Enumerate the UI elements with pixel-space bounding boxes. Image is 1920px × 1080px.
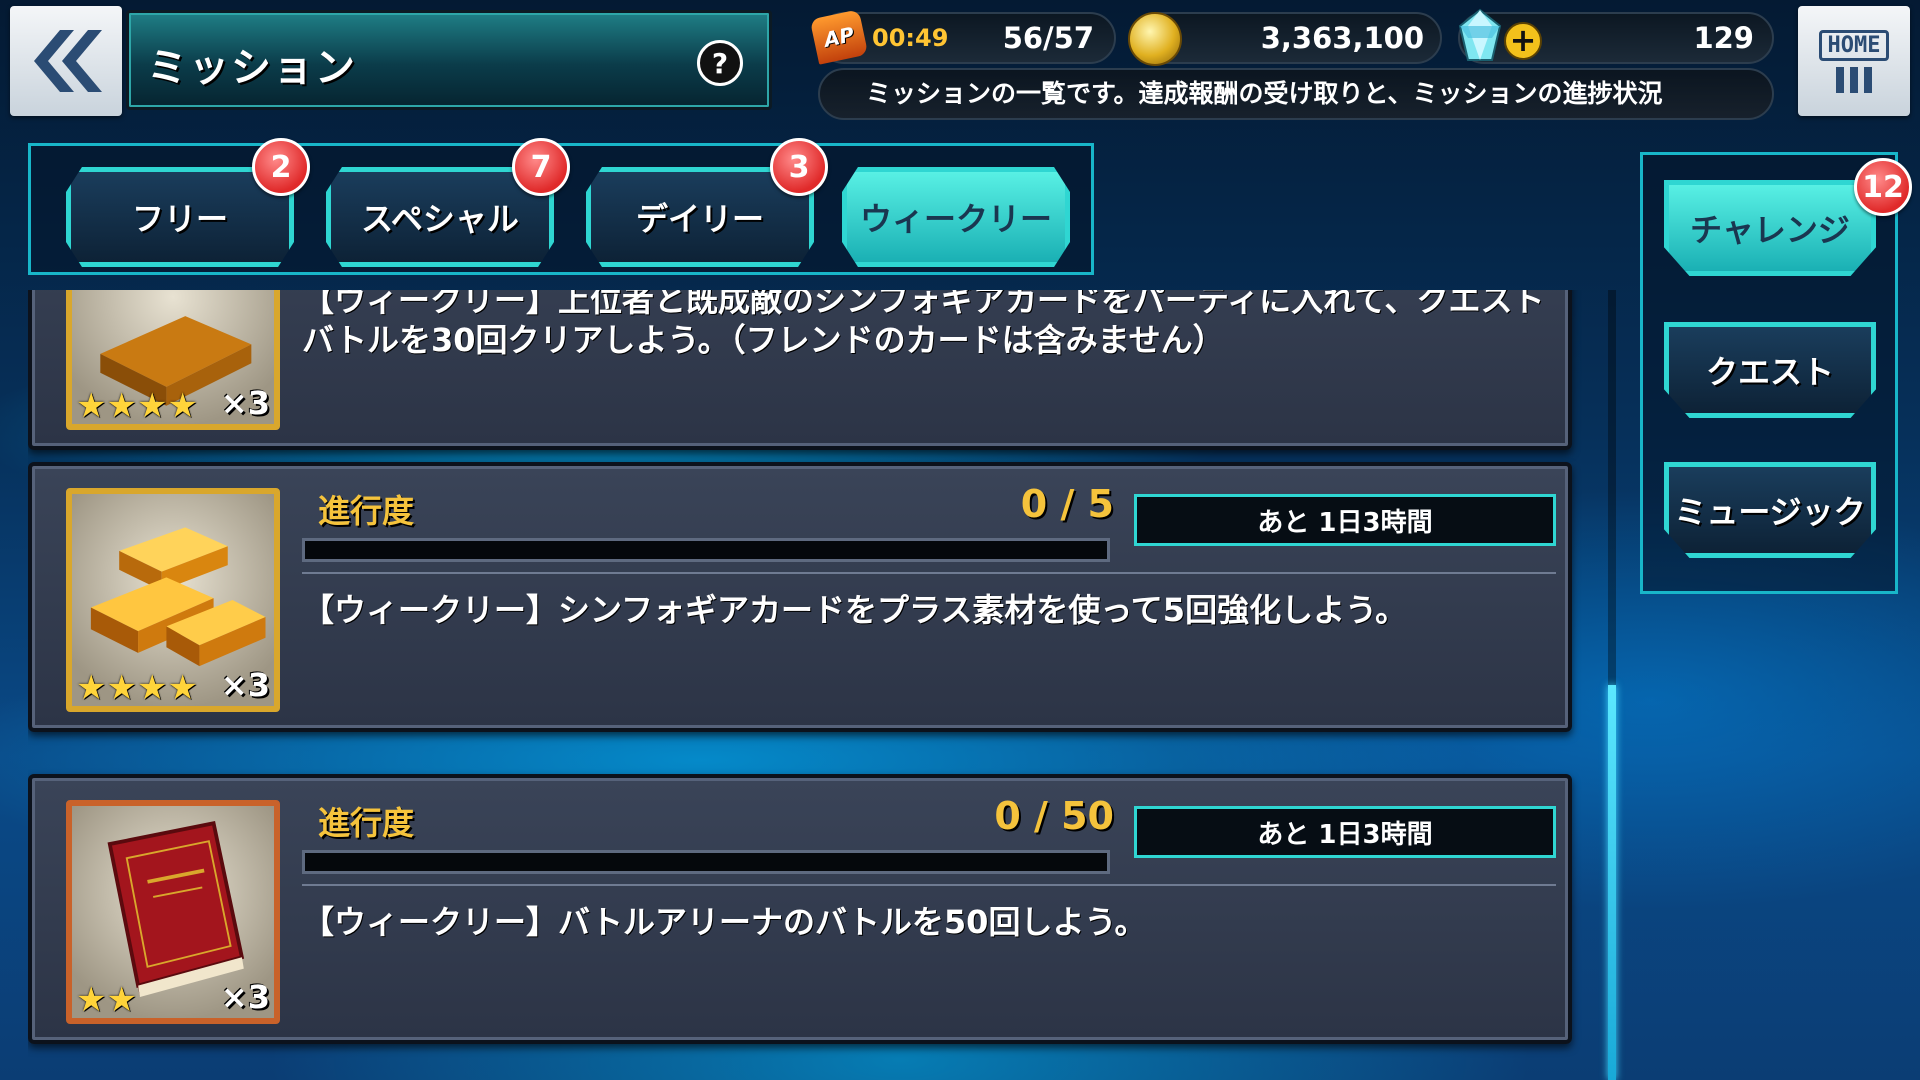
plus-icon[interactable]: + [1504,22,1542,60]
mission-description: 【ウィークリー】バトルアリーナのバトルを50回しよう。 [302,903,1147,941]
progress-count: 0 / 5 [1020,482,1114,526]
rarity-stars: ★★★★ [76,668,198,708]
tab-weekly[interactable]: ウィークリー [842,167,1070,267]
reward-quantity: ×3 [220,666,270,704]
mission-card[interactable]: ★★ ×3 進行度 0 / 50 あと 1日3時間 【ウィークリー】バトルアリー… [28,774,1572,1044]
time-remaining: あと 1日3時間 [1134,806,1556,858]
coin-icon [1128,12,1182,66]
scrollbar-thumb[interactable] [1608,685,1616,1080]
coin-value: 3,363,100 [1260,21,1424,55]
divider [302,884,1556,886]
question-icon[interactable]: ? [697,40,743,86]
rarity-stars: ★★ [76,980,137,1020]
info-ticker: ミッションの一覧です。達成報酬の受け取りと、ミッションの進捗状況 [818,68,1774,120]
category-music[interactable]: ミュージック [1664,462,1876,558]
coin-status: 3,363,100 [1128,12,1442,66]
home-button[interactable]: HOME [1798,6,1910,116]
time-remaining: あと 1日3時間 [1134,494,1556,546]
reward-item[interactable]: ★★★★ ×3 [66,488,280,712]
gem-icon [1458,8,1502,61]
progress-label: 進行度 [318,804,415,842]
progress-bar [302,850,1110,874]
page-title: ミッション [147,45,357,91]
ap-icon: AP [809,9,869,65]
home-label: HOME [1818,29,1890,61]
mission-description: 【ウィークリー】上位者と既成敵のシンフォギアカードをパーティに入れて、クエストバ… [302,290,1545,359]
mission-card[interactable]: ★★★★ ×3 【ウィークリー】上位者と既成敵のシンフォギアカードをパーティに入… [28,290,1572,450]
mission-description: 【ウィークリー】シンフォギアカードをプラス素材を使って5回強化しよう。 [302,591,1408,629]
progress-count: 0 / 50 [994,794,1114,838]
category-challenge[interactable]: チャレンジ [1664,180,1876,276]
reward-quantity: ×3 [220,384,270,422]
mission-list[interactable]: ★★★★ ×3 【ウィークリー】上位者と既成敵のシンフォギアカードをパーティに入… [28,290,1588,1080]
reward-item[interactable]: ★★★★ ×3 [66,290,280,430]
divider [302,572,1556,574]
reward-item[interactable]: ★★ ×3 [66,800,280,1024]
tab-free-badge: 2 [252,138,310,196]
progress-bar [302,538,1110,562]
gem-value: 129 [1693,21,1754,55]
tab-special-badge: 7 [512,138,570,196]
ap-timer: 00:49 [872,24,949,52]
mission-card[interactable]: ★★★★ ×3 進行度 0 / 5 あと 1日3時間 【ウィークリー】シンフォギ… [28,462,1572,732]
reward-quantity: ×3 [220,978,270,1016]
ap-status: AP 00:49 56/57 [809,9,1116,65]
category-challenge-badge: 12 [1854,158,1912,216]
progress-label: 進行度 [318,492,415,530]
category-quest[interactable]: クエスト [1664,322,1876,418]
tab-daily-badge: 3 [770,138,828,196]
gem-status: + 129 [1458,8,1774,64]
title-bar: ミッション ? [126,10,772,110]
back-button[interactable] [10,6,122,116]
ap-value: 56/57 [1002,21,1094,55]
rarity-stars: ★★★★ [76,386,198,426]
home-icon [1836,66,1872,93]
double-chevron-left-icon [34,30,102,92]
